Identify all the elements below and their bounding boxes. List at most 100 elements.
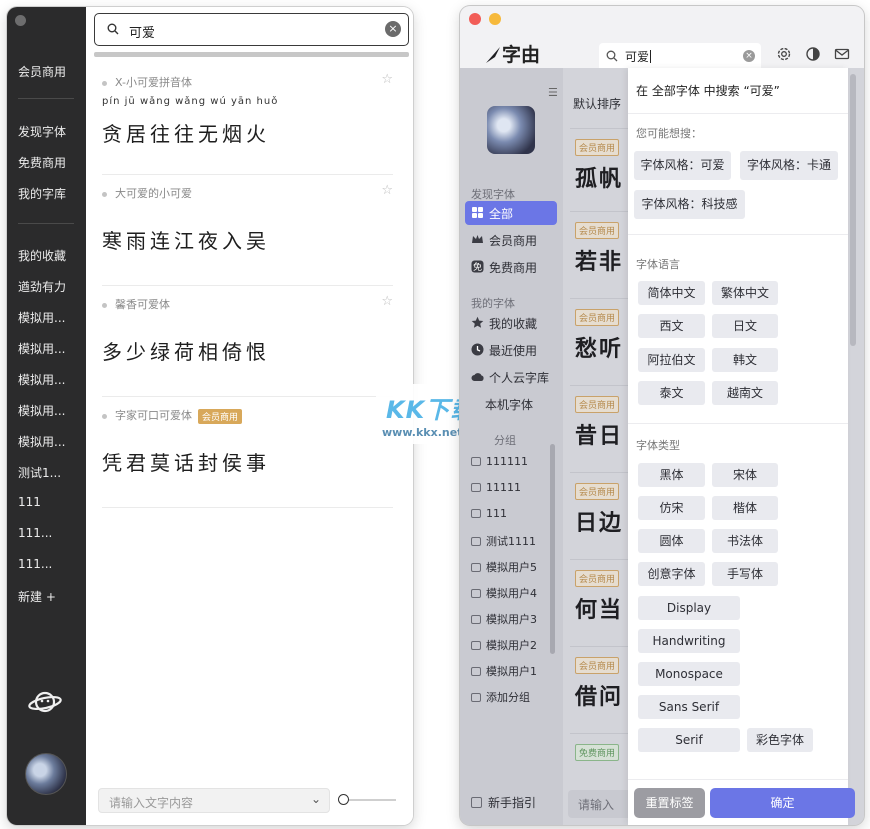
search-input[interactable]: 可爱 [129,22,155,41]
sidebar-item-vip[interactable]: 会员商用 [18,63,66,80]
suggestion-chip[interactable]: 字体风格：卡通 [740,151,838,180]
slider-handle[interactable] [338,794,349,805]
font-list-row[interactable]: 会员商用 愁听 [570,298,630,384]
minimize-window-button[interactable] [489,13,501,25]
sidebar-item-recent[interactable]: 最近使用 [465,338,557,362]
font-card[interactable]: 大可爱的小可爱 ☆ 寒雨连江夜入吴 [102,183,393,286]
type-chip[interactable]: 楷体 [712,496,778,520]
language-chip[interactable]: 泰文 [638,381,705,405]
group-item[interactable]: 模拟用户3 [471,611,537,627]
sidebar-item-library[interactable]: 我的字库 [18,185,66,202]
type-chip[interactable]: 宋体 [712,463,778,487]
confirm-button[interactable]: 确定 [710,788,855,818]
font-list-row[interactable]: 会员商用 若非 [570,211,630,297]
sidebar-scrollbar[interactable] [550,444,555,654]
chevron-down-icon[interactable]: ⌄ [311,792,321,806]
suggestion-chip[interactable]: 字体风格：科技感 [634,190,745,219]
font-card[interactable]: X-小可爱拼音体 ☆ pín jū wǎng wǎng wú yān huǒ 贪… [102,72,393,175]
language-chip[interactable]: 阿拉伯文 [638,348,705,372]
collapse-sidebar-icon[interactable]: ☰ [548,86,558,99]
sidebar-item-vip[interactable]: 会员商用 [465,228,557,252]
language-chip[interactable]: 日文 [712,314,778,338]
search-input[interactable]: 可爱 [625,48,652,65]
group-item[interactable]: 模拟用户1 [471,663,537,679]
language-chip[interactable]: 繁体中文 [712,281,778,305]
sidebar-item-favorites[interactable]: 我的收藏 [18,247,66,264]
sort-dropdown[interactable]: 默认排序 [573,95,621,112]
planet-icon[interactable] [27,687,63,717]
suggestion-chip[interactable]: 字体风格：可爱 [634,151,731,180]
sidebar-item-collection[interactable]: 测试1... [18,464,61,481]
sidebar-item-collection[interactable]: 111... [18,526,52,540]
close-window-button[interactable] [469,13,481,25]
sidebar-item-collection[interactable]: 111 [18,495,41,509]
type-chip[interactable]: 创意字体 [638,562,705,586]
font-list-row[interactable]: 会员商用 孤帆 [570,128,630,210]
user-avatar[interactable] [25,753,67,795]
type-chip[interactable]: 圆体 [638,529,705,553]
font-list-row[interactable]: 会员商用 日边 [570,472,630,558]
type-chip[interactable]: 仿宋 [638,496,705,520]
type-chip[interactable]: Monospace [638,662,740,686]
sidebar-item-free[interactable]: 免 免费商用 [465,255,557,279]
sidebar-item-collection[interactable]: 111... [18,557,52,571]
group-item[interactable]: 111111 [471,455,528,468]
type-chip[interactable]: Display [638,596,740,620]
language-chip[interactable]: 韩文 [712,348,778,372]
sidebar-item-collection[interactable]: 模拟用... [18,402,65,419]
font-list-row[interactable]: 会员商用 何当 [570,559,630,645]
type-chip[interactable]: 黑体 [638,463,705,487]
font-list-row[interactable]: 免费商用 [570,733,630,773]
sidebar-item-collection[interactable]: 模拟用... [18,309,65,326]
sidebar-item-collection[interactable]: 模拟用... [18,433,65,450]
group-item[interactable]: 测试1111 [471,533,536,549]
reset-tags-button[interactable]: 重置标签 [634,788,705,818]
search-box[interactable]: 可爱 × [599,43,761,69]
group-item[interactable]: 11111 [471,481,521,494]
sidebar-item-favorites[interactable]: 我的收藏 [465,311,557,335]
sidebar-item-local[interactable]: 本机字体 [465,392,557,416]
type-chip[interactable]: Sans Serif [638,695,740,719]
mail-icon[interactable] [834,46,850,62]
theme-toggle-icon[interactable] [805,46,821,62]
sidebar-item-all[interactable]: 全部 [465,201,557,225]
type-chip[interactable]: 手写体 [712,562,778,586]
window-control-dot[interactable] [15,15,26,26]
sidebar-item-collection[interactable]: 模拟用... [18,340,65,357]
preview-text-input[interactable]: 请输入文字内容 ⌄ [98,788,330,813]
clear-search-icon[interactable]: × [743,50,755,62]
font-list-row[interactable]: 会员商用 借问 [570,646,630,732]
beginner-guide-link[interactable]: 新手指引 [471,794,536,811]
preview-text-input[interactable]: 请输入 [568,790,628,818]
sidebar-item-collection[interactable]: 遒劲有力 [18,278,66,295]
search-all-fonts-option[interactable]: 在 全部字体 中搜索 “可爱” [636,82,780,99]
language-chip[interactable]: 越南文 [712,381,778,405]
settings-gear-icon[interactable] [776,46,792,62]
type-chip[interactable]: 彩色字体 [747,728,813,752]
type-chip[interactable]: Serif [638,728,740,752]
font-list-row[interactable]: 会员商用 昔日 [570,385,630,471]
sidebar-item-free[interactable]: 免费商用 [18,154,66,171]
clear-search-icon[interactable]: × [385,21,401,37]
sidebar-item-collection[interactable]: 模拟用... [18,371,65,388]
font-card[interactable]: 馨香可爱体 ☆ 多少绿荷相倚恨 [102,294,393,397]
search-box[interactable]: 可爱 × [94,13,409,46]
panel-scrollbar[interactable] [850,74,856,346]
add-group-button[interactable]: 添加分组 [471,689,530,705]
size-slider[interactable] [338,794,396,805]
user-avatar[interactable] [487,106,535,154]
language-chip[interactable]: 西文 [638,314,705,338]
group-item[interactable]: 模拟用户4 [471,585,537,601]
font-card[interactable]: 字家可口可爱体 会员商用 凭君莫话封侯事 [102,407,393,508]
type-chip[interactable]: 书法体 [712,529,778,553]
group-item[interactable]: 111 [471,507,507,520]
language-chip[interactable]: 简体中文 [638,281,705,305]
group-item[interactable]: 模拟用户2 [471,637,537,653]
sidebar-item-cloud[interactable]: 个人云字库 [465,365,557,389]
star-icon[interactable]: ☆ [381,72,393,87]
star-icon[interactable]: ☆ [381,294,393,309]
group-item[interactable]: 模拟用户5 [471,559,537,575]
horizontal-scrollbar[interactable] [94,52,409,57]
sidebar-item-discover[interactable]: 发现字体 [18,123,66,140]
star-icon[interactable]: ☆ [381,183,393,198]
